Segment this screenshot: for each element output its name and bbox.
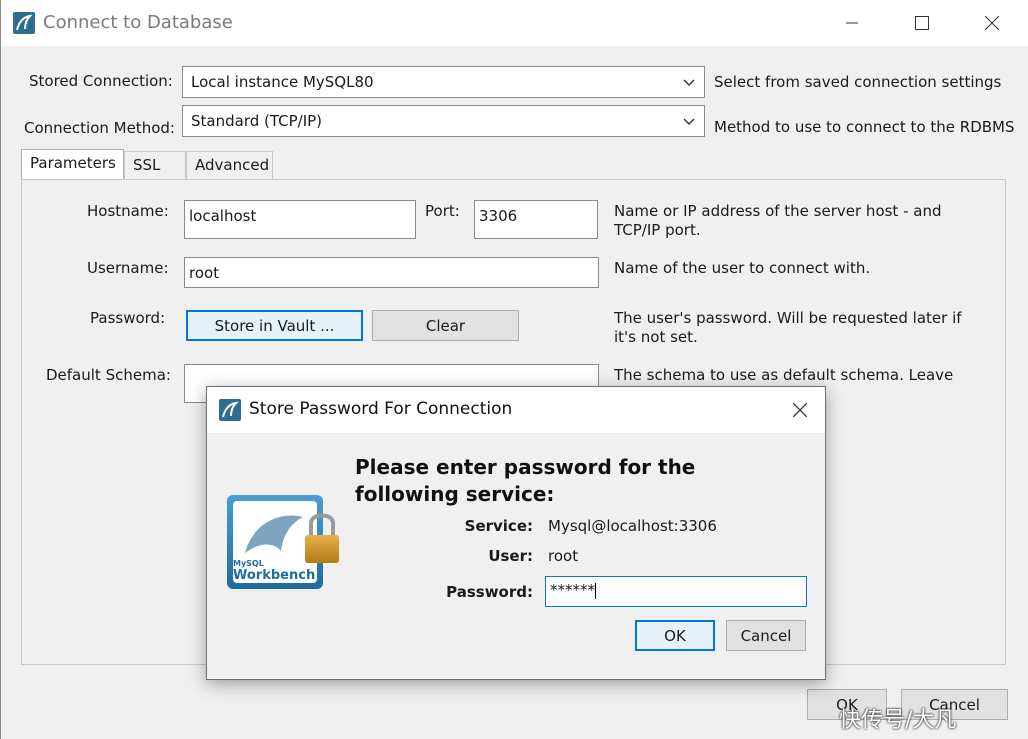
port-label: Port:	[425, 202, 460, 220]
username-label: Username:	[87, 259, 169, 277]
minimize-button[interactable]	[829, 0, 875, 46]
dialog-title: Store Password For Connection	[249, 399, 513, 419]
maximize-button[interactable]	[899, 0, 945, 46]
user-label: User:	[488, 547, 533, 565]
logo-small-text: MySQL	[233, 559, 264, 568]
connection-method-value: Standard (TCP/IP)	[191, 112, 323, 130]
mysql-workbench-app-icon	[13, 12, 35, 34]
dialog-password-input[interactable]: ******	[545, 576, 807, 607]
password-masked-value: ******	[550, 581, 595, 599]
workbench-logo: MySQL Workbench	[225, 493, 345, 613]
default-schema-label: Default Schema:	[46, 366, 171, 384]
tab-advanced[interactable]: Advanced	[186, 151, 273, 179]
dialog-password-label: Password:	[446, 583, 533, 601]
username-input[interactable]: root	[184, 257, 599, 288]
close-button[interactable]	[969, 0, 1015, 46]
dolphin-lock-icon	[227, 495, 339, 589]
minimize-icon	[846, 22, 858, 24]
title-bar: Connect to Database	[1, 0, 1028, 46]
mysql-workbench-app-icon	[219, 399, 241, 421]
connection-method-label: Connection Method:	[24, 119, 175, 137]
store-in-vault-button[interactable]: Store in Vault ...	[186, 310, 363, 341]
dialog-ok-button[interactable]: OK	[635, 620, 715, 651]
port-input[interactable]: 3306	[474, 200, 598, 239]
dialog-heading: Please enter password for the following …	[355, 455, 696, 506]
dialog-close-button[interactable]	[777, 387, 823, 433]
connection-method-select[interactable]: Standard (TCP/IP)	[182, 105, 705, 137]
service-value: Mysql@localhost:3306	[548, 517, 717, 535]
tab-ssl[interactable]: SSL	[124, 151, 186, 179]
stored-connection-help: Select from saved connection settings	[714, 73, 1002, 91]
user-value: root	[548, 547, 579, 565]
password-label: Password:	[90, 309, 166, 327]
password-help: The user's password. Will be requested l…	[614, 309, 962, 346]
stored-connection-value: Local instance MySQL80	[191, 73, 374, 91]
close-icon	[985, 16, 999, 30]
maximize-icon	[915, 16, 929, 30]
service-label: Service:	[464, 517, 533, 535]
tab-parameters[interactable]: Parameters	[21, 149, 124, 180]
default-schema-help: The schema to use as default schema. Lea…	[614, 366, 954, 384]
text-cursor	[595, 582, 596, 599]
chevron-down-icon	[683, 79, 695, 86]
stored-connection-select[interactable]: Local instance MySQL80	[182, 66, 705, 98]
window-title: Connect to Database	[43, 12, 233, 33]
watermark-text: 快传号/大凡	[839, 708, 957, 733]
dialog-cancel-button[interactable]: Cancel	[726, 620, 806, 651]
stored-connection-label: Stored Connection:	[29, 72, 173, 90]
hostname-input[interactable]: localhost	[184, 200, 416, 239]
connection-method-help: Method to use to connect to the RDBMS	[714, 118, 1015, 136]
close-icon	[793, 403, 807, 417]
chevron-down-icon	[683, 118, 695, 125]
logo-text: Workbench	[233, 568, 316, 583]
clear-password-button[interactable]: Clear	[372, 310, 519, 341]
store-password-dialog: Store Password For Connection MySQL Work…	[206, 386, 826, 680]
username-help: Name of the user to connect with.	[614, 259, 871, 277]
dialog-title-bar: Store Password For Connection	[207, 387, 825, 433]
hostname-help: Name or IP address of the server host - …	[614, 202, 942, 239]
hostname-label: Hostname:	[87, 202, 169, 220]
